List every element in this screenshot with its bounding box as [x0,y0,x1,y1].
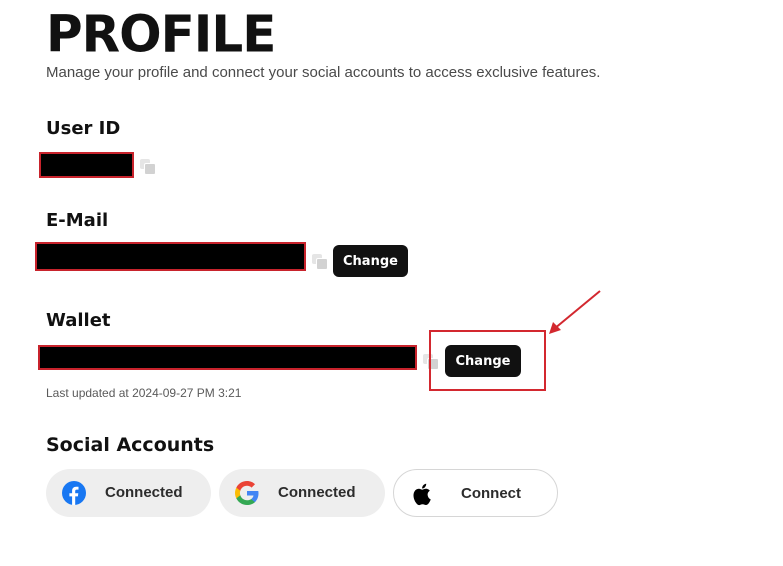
social-accounts-title: Social Accounts [46,434,215,456]
apple-status-label: Connect [461,485,521,502]
user-id-value-redacted [39,152,134,178]
copy-user-id-icon[interactable] [140,159,156,175]
email-value-redacted [35,242,306,271]
facebook-connect-button[interactable]: Connected [46,469,211,517]
facebook-status-label: Connected [105,484,183,501]
apple-connect-button[interactable]: Connect [393,469,558,517]
annotation-arrow-icon [549,290,601,334]
apple-icon [413,483,431,506]
user-id-label: User ID [46,118,121,139]
wallet-address-redacted [38,345,417,370]
annotation-highlight-box [429,330,546,391]
google-status-label: Connected [278,484,356,501]
email-label: E-Mail [46,210,109,231]
change-email-button[interactable]: Change [333,245,408,277]
facebook-icon [62,481,86,505]
copy-email-icon[interactable] [312,254,328,270]
google-icon [235,481,259,505]
page-title: PROFILE [46,4,276,64]
google-connect-button[interactable]: Connected [219,469,385,517]
wallet-label: Wallet [46,310,111,331]
page-subtitle: Manage your profile and connect your soc… [46,64,601,81]
wallet-last-updated: Last updated at 2024-09-27 PM 3:21 [46,386,242,400]
